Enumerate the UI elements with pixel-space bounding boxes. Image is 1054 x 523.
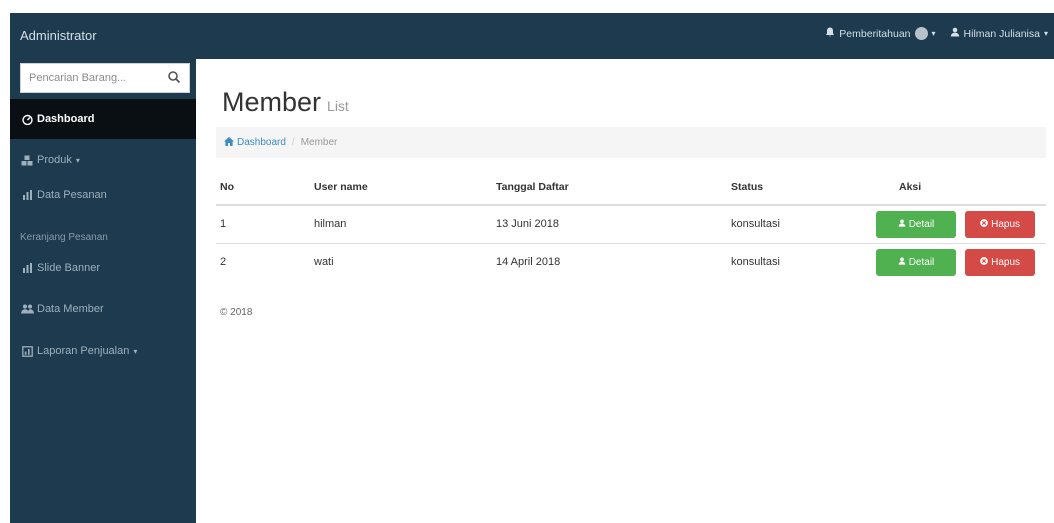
chevron-down-icon: ▾ (75, 155, 80, 165)
user-icon (898, 257, 906, 268)
detail-button[interactable]: Detail (876, 248, 956, 276)
report-icon (20, 345, 34, 357)
column-header-username: User name (306, 169, 496, 206)
notifications-menu[interactable]: Pemberitahuan ▾ (825, 27, 936, 40)
hapus-button-label: Hapus (991, 218, 1021, 230)
column-header-no: No (216, 169, 306, 206)
cell-username: wati (306, 242, 496, 281)
cell-status: konsultasi (731, 242, 851, 281)
breadcrumb-home[interactable]: Dashboard (224, 136, 286, 149)
chevron-down-icon: ▾ (931, 29, 936, 38)
cell-no: 1 (216, 204, 306, 243)
detail-button-label: Detail (908, 256, 935, 268)
table-row: 2 wati 14 April 2018 konsultasi Detail H… (216, 242, 1046, 281)
page-title: Member (222, 87, 322, 117)
cell-date: 14 April 2018 (496, 242, 731, 281)
sidebar-item-produk[interactable]: Produk ▾ (10, 140, 196, 180)
sidebar-item-label: Data Pesanan (37, 189, 107, 201)
sidebar-item-dashboard[interactable]: Dashboard (10, 99, 196, 139)
sidebar-search (20, 63, 190, 93)
remove-icon (980, 256, 988, 268)
cell-no: 2 (216, 242, 306, 281)
sidebar-item-slide-banner[interactable]: Slide Banner (10, 255, 196, 281)
breadcrumb-home-label: Dashboard (237, 137, 286, 148)
chart-icon (20, 189, 34, 201)
member-table: No User name Tanggal Daftar Status Aksi … (216, 169, 1046, 281)
sidebar-item-keranjang-pesanan[interactable]: Keranjang Pesanan (10, 228, 196, 246)
column-header-status: Status (731, 169, 851, 206)
sidebar-item-label: Dashboard (37, 113, 95, 125)
detail-button[interactable]: Detail (876, 210, 956, 238)
user-icon (898, 219, 906, 230)
breadcrumb: Dashboard / Member (216, 127, 1046, 158)
users-icon (20, 303, 34, 315)
dashboard-icon (20, 113, 34, 125)
top-navbar: Administrator Pemberitahuan ▾ Hilman Jul… (10, 13, 1054, 59)
hapus-button[interactable]: Hapus (965, 248, 1036, 276)
cubes-icon (20, 154, 34, 166)
column-header-date: Tanggal Daftar (496, 169, 731, 206)
brand-title[interactable]: Administrator (20, 28, 97, 43)
chart-icon (20, 262, 34, 274)
remove-icon (980, 218, 988, 230)
cell-username: hilman (306, 204, 496, 243)
sidebar-item-label: Produk (37, 154, 72, 166)
home-icon (224, 136, 234, 149)
sidebar: Dashboard Produk ▾ Data Pesanan Keranjan… (10, 59, 196, 523)
detail-button-label: Detail (908, 218, 935, 230)
sidebar-item-laporan-penjualan[interactable]: Laporan Penjualan ▾ (10, 331, 196, 371)
cell-actions: Detail Hapus (851, 204, 1046, 243)
notifications-label: Pemberitahuan (839, 27, 911, 40)
hapus-button-label: Hapus (991, 256, 1021, 268)
cell-date: 13 Juni 2018 (496, 204, 731, 243)
page-subtitle: List (327, 98, 349, 114)
column-header-aksi: Aksi (851, 169, 1046, 206)
search-input[interactable] (21, 64, 156, 92)
table-row: 1 hilman 13 Juni 2018 konsultasi Detail … (216, 204, 1046, 243)
sidebar-item-data-member[interactable]: Data Member (10, 289, 196, 329)
cell-actions: Detail Hapus (851, 242, 1046, 281)
chevron-down-icon: ▾ (1043, 29, 1048, 38)
sidebar-item-label: Laporan Penjualan (37, 345, 130, 357)
hapus-button[interactable]: Hapus (965, 210, 1036, 238)
user-icon (950, 27, 960, 40)
top-right-menu: Pemberitahuan ▾ Hilman Julianisa ▾ (825, 27, 1048, 40)
sidebar-item-label: Slide Banner (37, 262, 100, 274)
sidebar-item-label: Keranjang Pesanan (20, 231, 108, 243)
chevron-down-icon: ▾ (133, 346, 138, 356)
user-menu[interactable]: Hilman Julianisa ▾ (950, 27, 1048, 40)
user-name: Hilman Julianisa (963, 27, 1040, 40)
breadcrumb-current: Member (300, 137, 338, 148)
notification-badge (914, 27, 928, 40)
search-icon[interactable] (167, 70, 183, 86)
table-header-row: No User name Tanggal Daftar Status Aksi (216, 169, 1046, 206)
cell-status: konsultasi (731, 204, 851, 243)
sidebar-item-label: Data Member (37, 303, 104, 315)
page-header: Member List (222, 87, 349, 118)
sidebar-item-data-pesanan[interactable]: Data Pesanan (10, 182, 196, 208)
bell-icon (825, 27, 835, 40)
breadcrumb-separator: / (291, 137, 295, 148)
footer-copyright: © 2018 (220, 307, 253, 318)
